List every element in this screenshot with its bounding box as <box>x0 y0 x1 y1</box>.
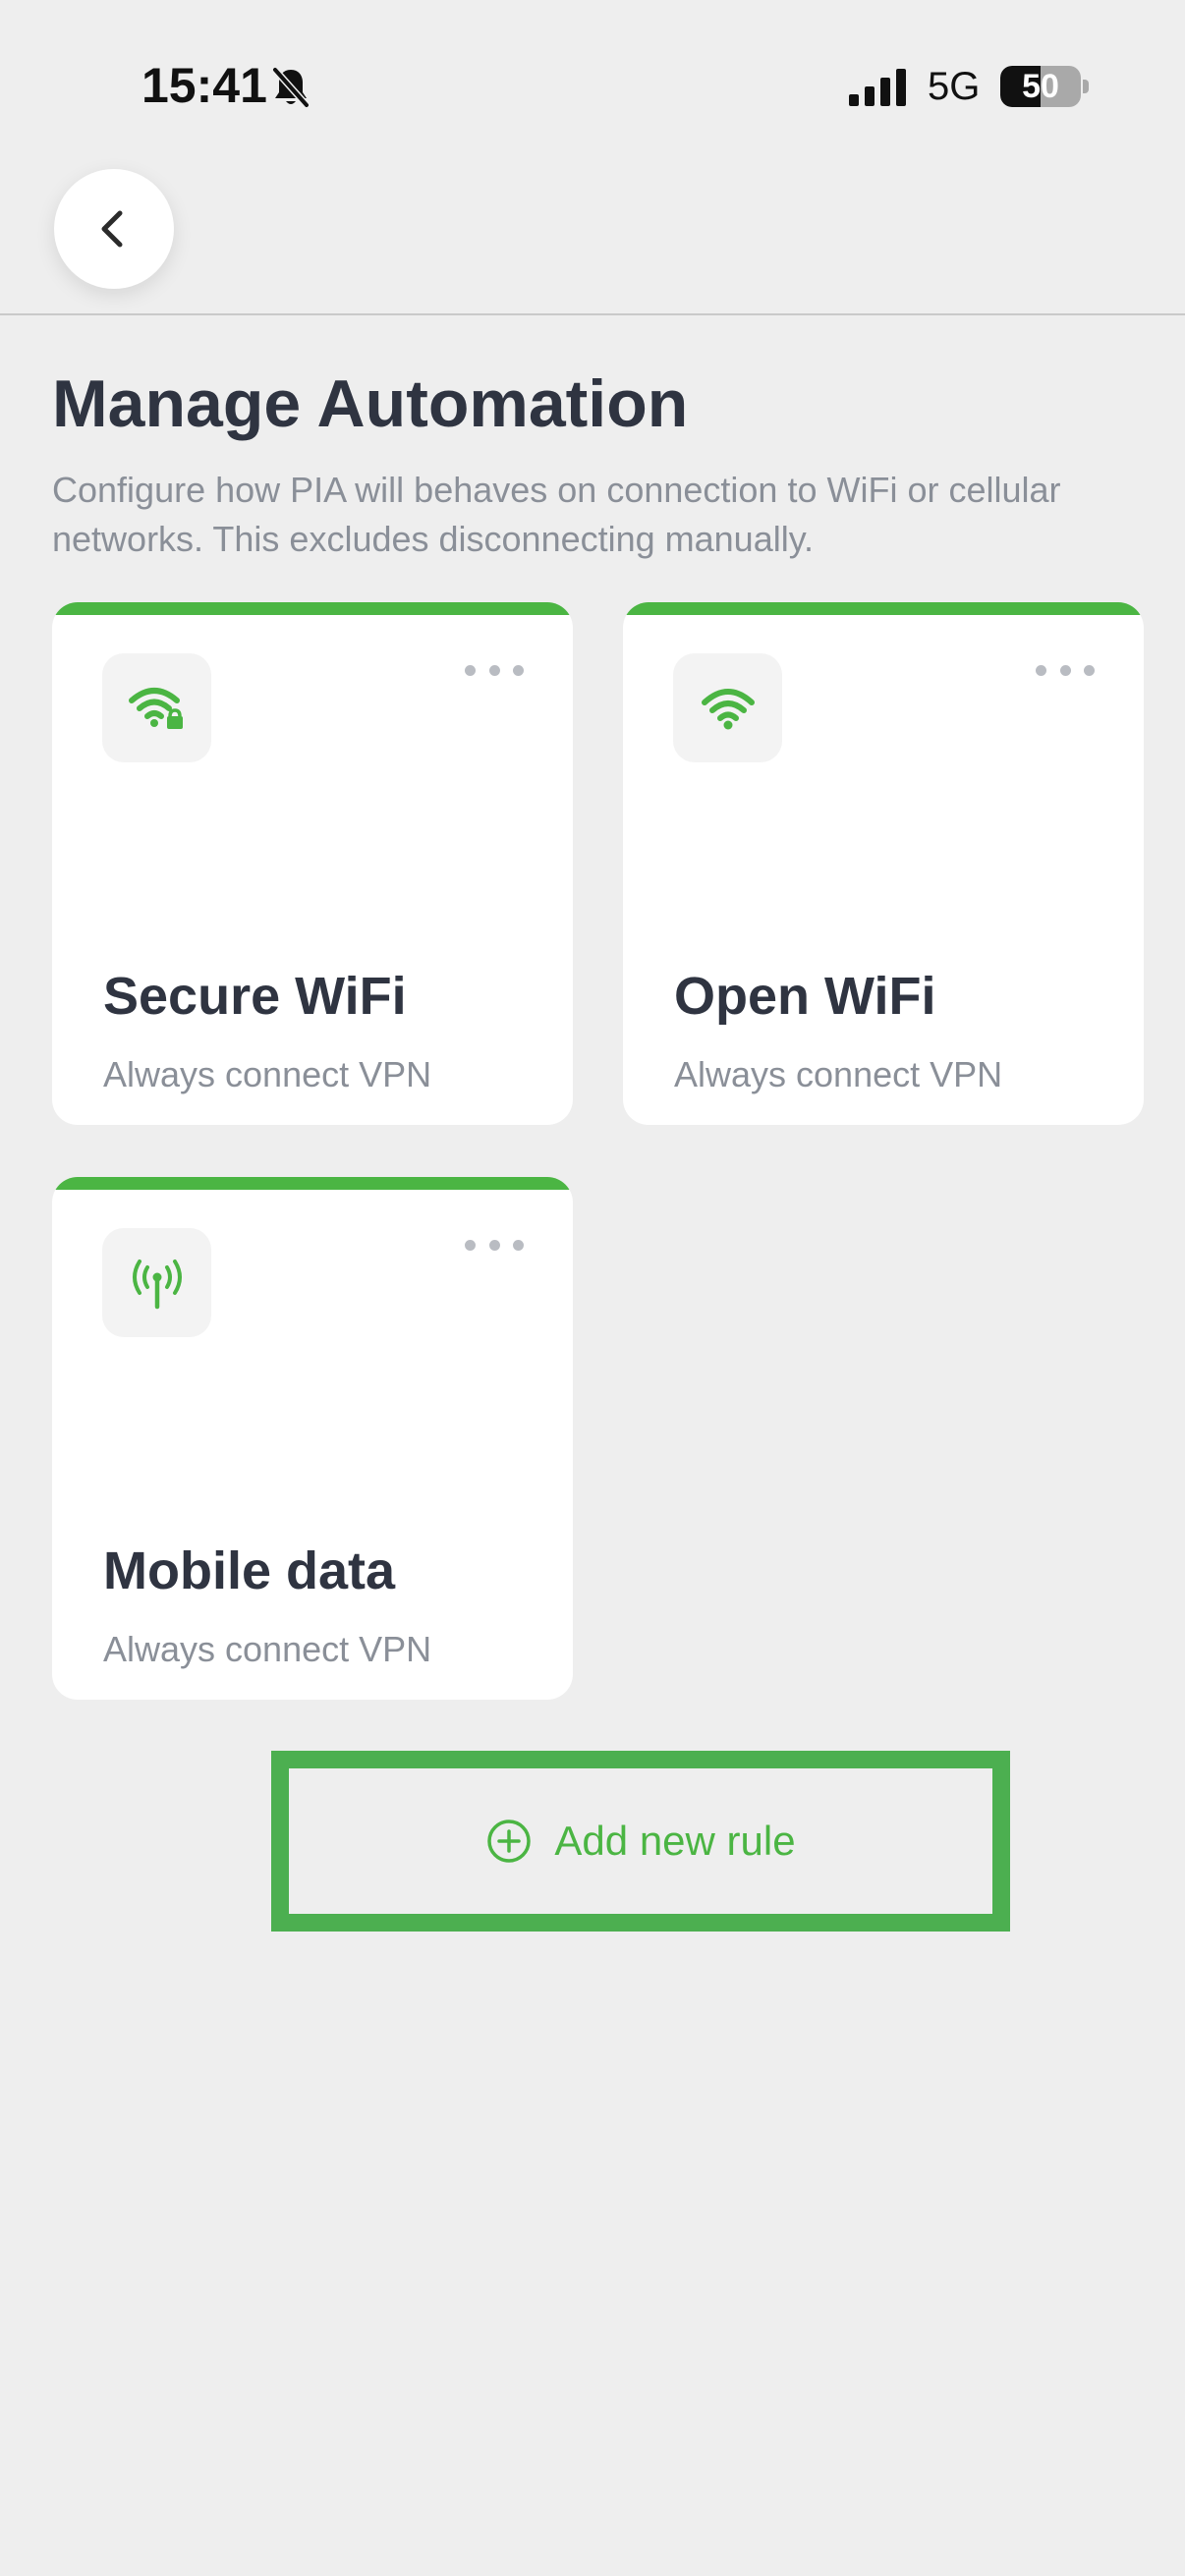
rule-card-mobile-data[interactable]: Mobile data Always connect VPN <box>52 1177 573 1700</box>
rule-description: Always connect VPN <box>103 1054 432 1094</box>
cellular-antenna-icon <box>132 1259 182 1309</box>
card-accent-bar <box>52 602 573 615</box>
card-accent-bar <box>52 1177 573 1190</box>
card-icon-container <box>673 653 782 762</box>
rule-description: Always connect VPN <box>674 1054 1003 1094</box>
add-rule-label: Add new rule <box>554 1818 796 1864</box>
rule-title: Secure WiFi <box>103 967 407 1026</box>
battery-icon: 50 <box>1000 66 1081 107</box>
plus-circle-icon <box>487 1820 532 1863</box>
rule-title: Mobile data <box>103 1541 396 1600</box>
chevron-left-icon <box>101 210 123 248</box>
page-title: Manage Automation <box>52 366 689 441</box>
card-accent-bar <box>623 602 1144 615</box>
network-type: 5G <box>928 65 981 108</box>
bell-slash-icon <box>271 66 310 109</box>
cellular-signal-icon <box>847 67 908 106</box>
secure-wifi-icon <box>128 687 183 729</box>
battery-cap <box>1083 80 1089 93</box>
card-icon-container <box>102 653 211 762</box>
card-more-button[interactable] <box>465 655 524 685</box>
card-more-button[interactable] <box>1036 655 1095 685</box>
rule-description: Always connect VPN <box>103 1629 432 1669</box>
card-more-button[interactable] <box>465 1230 524 1260</box>
header-divider <box>0 313 1185 315</box>
rule-title: Open WiFi <box>674 967 936 1026</box>
add-new-rule-button[interactable]: Add new rule <box>289 1768 992 1914</box>
battery-percent: 50 <box>1022 68 1059 105</box>
status-time: 15:41 <box>141 58 267 113</box>
card-icon-container <box>102 1228 211 1337</box>
back-button[interactable] <box>54 169 174 289</box>
rule-card-secure-wifi[interactable]: Secure WiFi Always connect VPN <box>52 602 573 1125</box>
status-bar: 15:41 5G 50 <box>0 0 1185 147</box>
rule-card-open-wifi[interactable]: Open WiFi Always connect VPN <box>623 602 1144 1125</box>
wifi-icon <box>701 688 755 729</box>
page-subtitle: Configure how PIA will behaves on connec… <box>52 470 1061 559</box>
